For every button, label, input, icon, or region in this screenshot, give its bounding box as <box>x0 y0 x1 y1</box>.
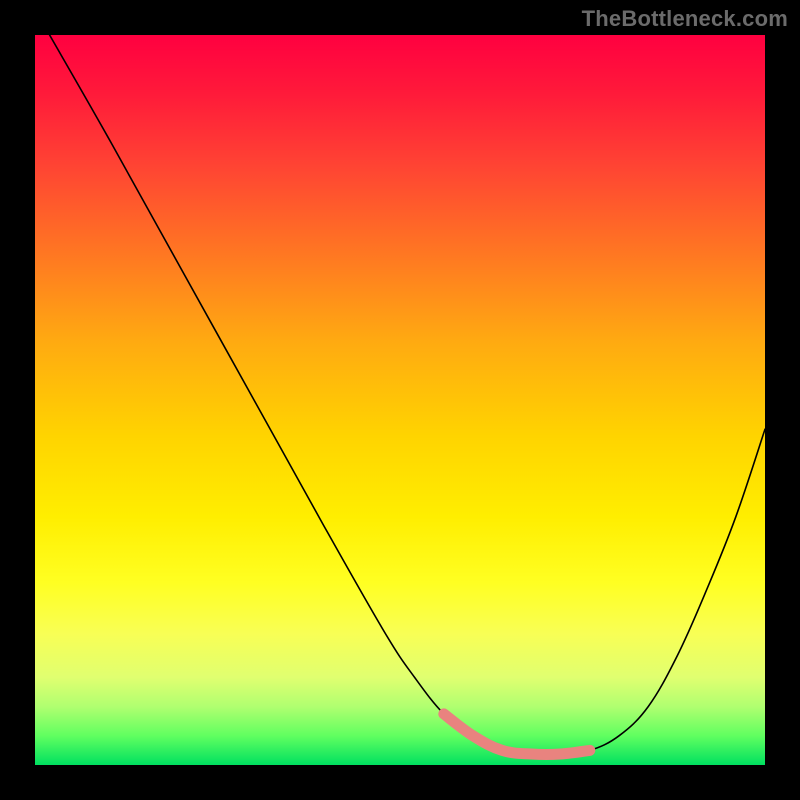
watermark-text: TheBottleneck.com <box>582 6 788 32</box>
plot-area <box>35 35 765 765</box>
flat-bottom-highlight <box>444 714 590 755</box>
curve-layer <box>35 35 765 765</box>
chart-stage: TheBottleneck.com <box>0 0 800 800</box>
bottleneck-curve <box>50 35 765 755</box>
